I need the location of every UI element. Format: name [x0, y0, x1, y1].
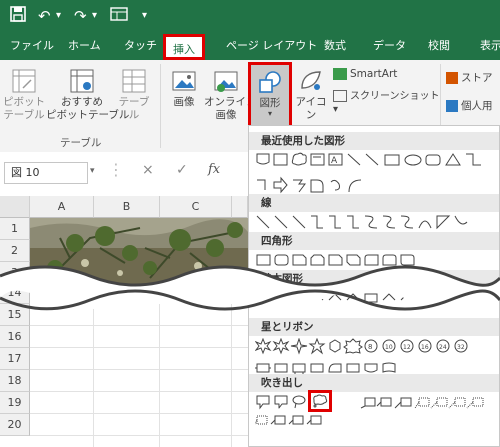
tab-home[interactable]: ホーム: [68, 32, 101, 60]
callout-shapes-row[interactable]: [255, 394, 495, 434]
group-label-table: テーブル: [60, 137, 102, 149]
gridline: [30, 369, 248, 370]
icons-label: アイコン: [295, 96, 327, 121]
formula-dots-icon: ⋮: [108, 160, 124, 179]
row-header[interactable]: 1: [0, 218, 30, 240]
column-header[interactable]: A: [30, 196, 94, 218]
personal-apps-icon: [446, 100, 458, 112]
pivot-table-button[interactable]: ピボット テーブル: [2, 68, 46, 122]
screenshot-label: スクリーンショット: [350, 91, 440, 102]
table-icon: [121, 68, 147, 94]
screenshot-icon: [333, 90, 347, 102]
name-box-dropdown-icon[interactable]: ▾: [90, 166, 95, 176]
gridline: [30, 413, 248, 414]
section-stars-ribbons: 星とリボン: [249, 318, 499, 336]
tab-page-layout[interactable]: ページ レイアウト: [226, 32, 317, 60]
smartart-label: SmartArt: [350, 68, 398, 80]
ribbon-tabs: ファイル ホーム タッチ 挿入 ページ レイアウト 数式 データ 校閲 表示: [0, 32, 500, 60]
insert-function-icon[interactable]: fx: [208, 162, 220, 177]
undo-icon[interactable]: ↶: [38, 6, 51, 26]
row-header[interactable]: 16: [0, 326, 30, 348]
shapes-dropdown-icon: ▾: [267, 109, 272, 118]
row-header[interactable]: 20: [0, 414, 30, 436]
icons-icon: [298, 68, 324, 94]
gridline: [30, 435, 248, 436]
cloud-callout-shape[interactable]: [308, 390, 332, 412]
star-shapes-row[interactable]: 8 10 12 16 24 32: [255, 338, 495, 378]
name-box[interactable]: 図 10: [4, 162, 88, 184]
svg-text:10: 10: [385, 344, 393, 351]
personal-apps-button[interactable]: 個人用: [446, 100, 500, 113]
screenshot-button[interactable]: スクリーンショット ▾: [333, 90, 441, 116]
svg-text:32: 32: [457, 344, 465, 351]
gridline: [30, 391, 248, 392]
pivot-table-icon: [11, 68, 37, 94]
svg-text:A: A: [331, 156, 338, 166]
select-all-corner[interactable]: [0, 196, 30, 218]
title-bar: ↶ ▾ ↷ ▾ ▾: [0, 0, 500, 32]
gridline: [231, 304, 232, 447]
tab-review[interactable]: 校閲: [428, 32, 450, 60]
svg-text:16: 16: [421, 344, 429, 351]
table-label: テーブル: [118, 96, 150, 121]
enter-icon[interactable]: ✓: [176, 162, 188, 178]
section-callouts: 吹き出し: [249, 374, 499, 392]
save-icon[interactable]: [10, 6, 26, 27]
line-shapes-row[interactable]: [255, 214, 495, 230]
image-label: 画像: [173, 96, 195, 108]
row-header[interactable]: 18: [0, 370, 30, 392]
column-header[interactable]: C: [160, 196, 232, 218]
column-header[interactable]: [232, 196, 248, 218]
row-header[interactable]: 17: [0, 348, 30, 370]
shapes-label: 図形: [259, 97, 281, 109]
tab-formulas[interactable]: 数式: [324, 32, 346, 60]
undo-dropdown-icon[interactable]: ▾: [56, 6, 61, 26]
store-icon: [446, 72, 458, 84]
redo-icon[interactable]: ↷: [74, 6, 87, 26]
tab-insert[interactable]: 挿入: [163, 34, 205, 60]
tab-view[interactable]: 表示: [480, 32, 500, 60]
customize-qat-icon[interactable]: ▾: [142, 6, 147, 26]
section-rectangles: 四角形: [249, 232, 499, 250]
gridline: [159, 304, 160, 447]
tab-file[interactable]: ファイル: [10, 32, 54, 60]
recent-shapes-row[interactable]: A: [255, 152, 495, 196]
svg-text:8: 8: [368, 343, 372, 351]
shapes-icon: [257, 69, 283, 95]
online-picture-icon: [213, 68, 239, 94]
store-label: ストア: [461, 72, 493, 84]
svg-text:24: 24: [439, 344, 447, 351]
column-header[interactable]: B: [94, 196, 160, 218]
icons-button[interactable]: アイコン: [292, 68, 330, 122]
online-image-button[interactable]: オンライン 画像: [204, 68, 257, 122]
section-lines: 線: [249, 194, 499, 212]
smartart-icon: [333, 68, 347, 80]
gridline: [30, 325, 248, 326]
picture-icon: [171, 68, 197, 94]
form-icon[interactable]: [110, 6, 128, 27]
cancel-icon[interactable]: ×: [142, 162, 154, 178]
smartart-button[interactable]: SmartArt: [333, 68, 437, 81]
pivot-table-label: ピボット テーブル: [3, 96, 45, 121]
torn-page-separator: [0, 265, 500, 311]
image-button[interactable]: 画像: [166, 68, 202, 109]
recommended-pivot-button[interactable]: おすすめ ピボットテーブル: [46, 68, 129, 122]
recommended-pivot-icon: [69, 68, 95, 94]
row-header[interactable]: 19: [0, 392, 30, 414]
svg-text:12: 12: [403, 344, 411, 351]
section-recent: 最近使用した図形: [249, 132, 499, 150]
tab-data[interactable]: データ: [373, 32, 406, 60]
tab-touch[interactable]: タッチ: [124, 32, 157, 60]
cloud-callout-icon: [313, 394, 328, 408]
worksheet[interactable]: A B C 1 2 3 14 15 16 17 18 19 2: [0, 196, 248, 447]
shapes-button[interactable]: 図形 ▾: [248, 62, 292, 128]
table-button[interactable]: テーブル: [116, 68, 152, 122]
personal-apps-label: 個人用: [461, 100, 493, 112]
gridline: [93, 304, 94, 447]
redo-dropdown-icon[interactable]: ▾: [92, 6, 97, 26]
store-button[interactable]: ストア: [446, 72, 500, 85]
group-divider: [160, 64, 161, 148]
gridline: [30, 347, 248, 348]
